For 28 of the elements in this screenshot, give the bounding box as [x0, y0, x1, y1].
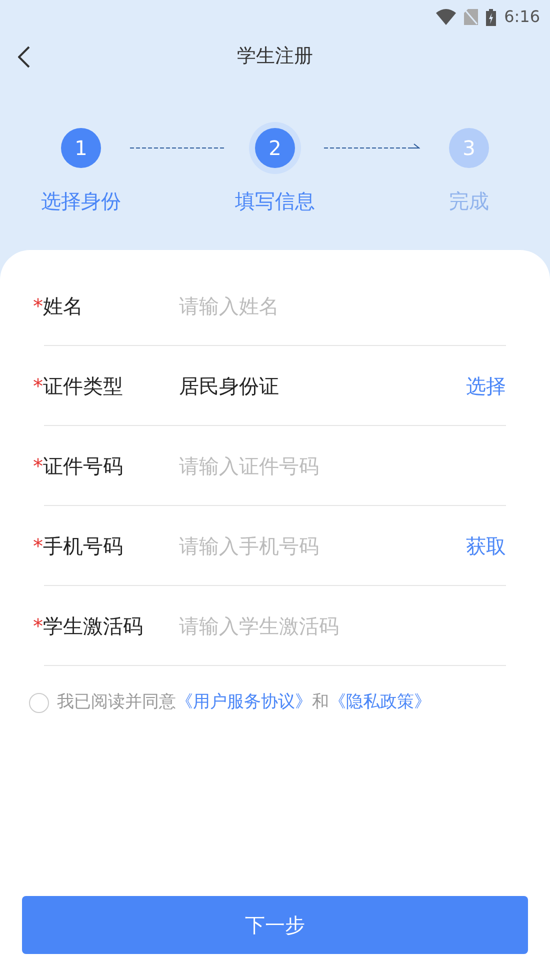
field-action-link[interactable]: 获取	[466, 530, 506, 560]
input-field[interactable]: 请输入学生激活码	[179, 610, 506, 640]
step-number: 3	[449, 128, 489, 168]
step-label: 填写信息	[235, 188, 315, 215]
field-label: *学生激活码	[33, 612, 144, 640]
terms-link[interactable]: 《用户服务协议》	[176, 692, 312, 712]
field-action-link[interactable]: 选择	[466, 370, 506, 400]
field-label: *姓名	[33, 292, 84, 320]
agree-checkbox[interactable]	[29, 692, 49, 713]
field-label: *证件号码	[33, 452, 124, 480]
input-field[interactable]: 请输入证件号码	[179, 450, 506, 480]
agreement-text: 我已阅读并同意《用户服务协议》和《隐私政策》	[57, 691, 431, 714]
step-label: 选择身份	[41, 188, 121, 215]
battery-icon	[486, 8, 496, 26]
status-time: 6:16	[504, 6, 540, 28]
input-field[interactable]: 请输入姓名	[179, 290, 506, 320]
step-number: 2	[255, 128, 295, 168]
page-title: 学生注册	[237, 44, 313, 69]
no-sim-icon	[464, 9, 478, 25]
privacy-link[interactable]: 《隐私政策》	[329, 692, 431, 712]
select-value[interactable]: 居民身份证	[179, 370, 466, 400]
field-label: *手机号码	[33, 532, 124, 560]
next-step-button[interactable]: 下一步	[22, 896, 528, 954]
wifi-icon	[436, 9, 456, 25]
step-number: 1	[61, 128, 101, 168]
step-label: 完成	[449, 188, 489, 215]
input-field[interactable]: 请输入手机号码	[179, 530, 466, 560]
field-label: *证件类型	[33, 372, 124, 400]
